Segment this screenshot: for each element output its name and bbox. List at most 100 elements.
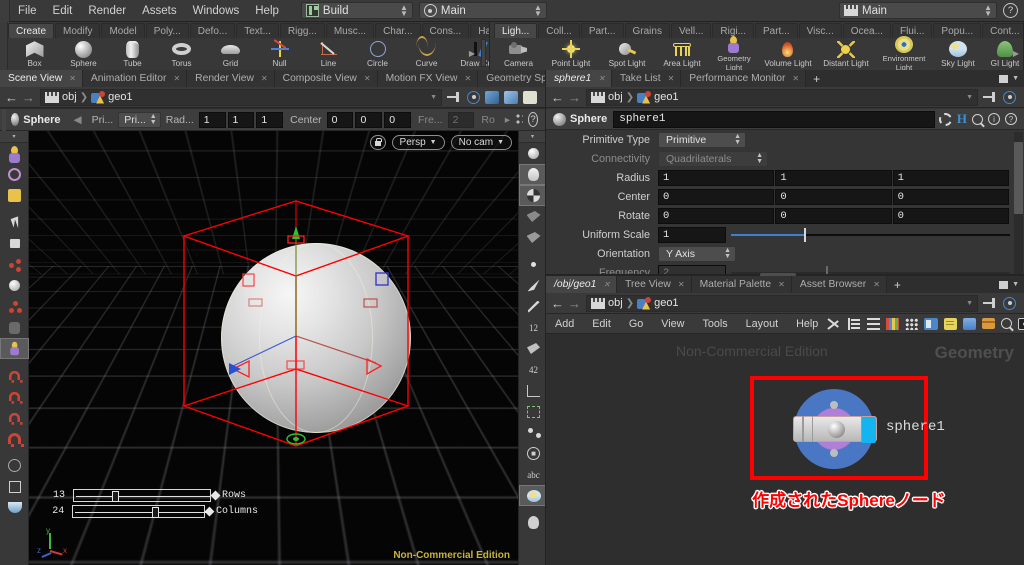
- target-icon[interactable]: [467, 90, 480, 104]
- op-strip-grip[interactable]: [2, 108, 7, 131]
- chevron-down-icon[interactable]: ▼: [430, 94, 437, 101]
- path-field[interactable]: obj ❯ geo1 ▼: [586, 294, 978, 312]
- shelf-item-curve[interactable]: Curve: [402, 36, 451, 69]
- op-prev-caret[interactable]: ◀: [69, 114, 87, 126]
- tool-display-options[interactable]: [0, 497, 29, 518]
- tool-move[interactable]: [0, 254, 29, 275]
- color-palette-icon[interactable]: [886, 317, 900, 330]
- menu-file[interactable]: File: [10, 0, 45, 22]
- layout-combo[interactable]: Main ▲ ▼: [418, 2, 547, 19]
- path-field[interactable]: obj ❯ geo1 ▼: [40, 88, 442, 106]
- shelf-right-more-arrow[interactable]: ▶: [1013, 49, 1019, 58]
- columns-slider-handle[interactable]: [151, 506, 159, 518]
- tool-prim-numbers[interactable]: 42: [519, 359, 548, 380]
- box-icon[interactable]: [982, 318, 996, 329]
- help-icon[interactable]: ?: [1003, 3, 1018, 18]
- shelf-tab-lights[interactable]: Ligh...: [494, 23, 538, 38]
- pin-icon[interactable]: [983, 91, 998, 104]
- shelf-item-spot-light[interactable]: Spot Light: [599, 40, 655, 69]
- close-icon[interactable]: ✕: [173, 74, 180, 83]
- tool-ghost-geometry[interactable]: [519, 227, 548, 248]
- tool-lighting-mode[interactable]: [519, 164, 548, 185]
- shelf-tab-particles[interactable]: Part...: [580, 23, 624, 38]
- close-icon[interactable]: ✕: [792, 74, 799, 83]
- tool-display-group[interactable]: ■: [519, 443, 548, 464]
- tool-point-numbers[interactable]: 12: [519, 317, 548, 338]
- tool-snap-grid[interactable]: [0, 365, 29, 386]
- close-icon[interactable]: ✕: [261, 74, 268, 83]
- close-icon[interactable]: ✕: [598, 74, 605, 83]
- network-pane-menu[interactable]: ▼: [999, 276, 1024, 293]
- breadcrumb-geo1[interactable]: geo1: [654, 297, 678, 309]
- tool-point-markers[interactable]: [519, 296, 548, 317]
- tab-animation-editor[interactable]: Animation Editor ✕: [82, 70, 188, 87]
- note-icon[interactable]: [944, 317, 958, 330]
- shelf-item-box[interactable]: Box: [10, 40, 59, 69]
- breadcrumb-obj[interactable]: obj: [608, 297, 623, 309]
- shelf-tab-rigging[interactable]: Rigg...: [279, 23, 325, 38]
- lock-icon[interactable]: [369, 135, 386, 150]
- back-button[interactable]: ←: [3, 89, 20, 106]
- search-icon[interactable]: [1001, 318, 1013, 329]
- shelf-left-more-arrow[interactable]: ▶: [469, 49, 475, 58]
- close-icon[interactable]: ✕: [778, 280, 785, 289]
- pin-icon[interactable]: [983, 297, 998, 310]
- camera-menu[interactable]: No cam ▼: [450, 135, 512, 150]
- rotate-y-field[interactable]: 0: [775, 207, 892, 224]
- network-menu-view[interactable]: View: [652, 314, 693, 334]
- wrench-icon[interactable]: [827, 317, 842, 330]
- close-icon[interactable]: ✕: [668, 74, 675, 83]
- columns-value[interactable]: 24: [43, 506, 72, 517]
- breadcrumb-obj[interactable]: obj: [608, 91, 623, 103]
- op-type-menu[interactable]: Pri... ▲ ▼: [118, 111, 161, 128]
- tool-select-primitives[interactable]: [0, 185, 29, 206]
- shelf-tab-characters[interactable]: Char...: [375, 23, 421, 38]
- shelf-item-point-light[interactable]: Point Light: [543, 40, 599, 69]
- breadcrumb-obj[interactable]: obj: [62, 91, 77, 103]
- shelf-tab-texture[interactable]: Text...: [236, 23, 279, 38]
- tool-bounding-box[interactable]: [519, 401, 548, 422]
- tool-pose[interactable]: [0, 317, 29, 338]
- list-icon[interactable]: [867, 317, 881, 330]
- menu-render[interactable]: Render: [80, 0, 134, 22]
- tool-rotate[interactable]: [0, 275, 29, 296]
- shelf-item-distant-light[interactable]: Distant Light: [817, 40, 875, 69]
- tab-sphere1-parameters[interactable]: sphere1 ✕: [546, 70, 612, 87]
- shelf-tab-populate[interactable]: Popu...: [933, 23, 982, 38]
- menu-grip[interactable]: [0, 0, 10, 22]
- network-menu-layout[interactable]: Layout: [737, 314, 787, 334]
- shelf-item-sky-light[interactable]: Sky Light: [933, 40, 983, 69]
- shelf-item-null[interactable]: Null: [255, 39, 304, 69]
- op-center-x[interactable]: 0: [326, 111, 354, 128]
- rows-slider-row[interactable]: 13 Rows: [43, 487, 258, 503]
- radius-x-field[interactable]: 1: [658, 169, 775, 186]
- node-sphere1[interactable]: [793, 416, 877, 443]
- shelf-item-circle[interactable]: Circle: [353, 40, 402, 69]
- rows-slider-track[interactable]: [73, 488, 211, 502]
- tab-composite-view[interactable]: Composite View ✕: [274, 70, 378, 87]
- shelf-item-torus[interactable]: Torus: [157, 40, 206, 69]
- shelf-left-grip[interactable]: [0, 22, 8, 70]
- back-button[interactable]: ←: [549, 295, 566, 312]
- tool-guide-display[interactable]: [519, 512, 548, 533]
- shelf-item-line[interactable]: Line: [304, 40, 353, 69]
- shelf-tab-collisions[interactable]: Coll...: [538, 23, 580, 38]
- network-menu-edit[interactable]: Edit: [583, 314, 620, 334]
- tool-lock[interactable]: [0, 233, 29, 254]
- tool-point-normals[interactable]: [519, 275, 548, 296]
- radius-z-field[interactable]: 1: [892, 169, 1009, 186]
- view-type-menu[interactable]: Persp ▼: [391, 135, 445, 150]
- template-flag-icon[interactable]: [504, 90, 518, 104]
- image-icon[interactable]: [963, 317, 977, 330]
- tool-vertex-markers[interactable]: [519, 380, 548, 401]
- tool-prim-normals[interactable]: [519, 338, 548, 359]
- shelf-tab-constraints[interactable]: Cons...: [421, 23, 470, 38]
- columns-keyframe-diamond[interactable]: [204, 506, 215, 516]
- pin-icon[interactable]: [447, 91, 462, 104]
- add-tab-button[interactable]: +: [886, 276, 908, 293]
- center-y-field[interactable]: 0: [775, 188, 892, 205]
- shelf-item-sphere[interactable]: Sphere: [59, 40, 108, 69]
- radius-y-field[interactable]: 1: [775, 169, 892, 186]
- rows-value[interactable]: 13: [43, 490, 73, 501]
- tool-select-points[interactable]: [0, 164, 29, 185]
